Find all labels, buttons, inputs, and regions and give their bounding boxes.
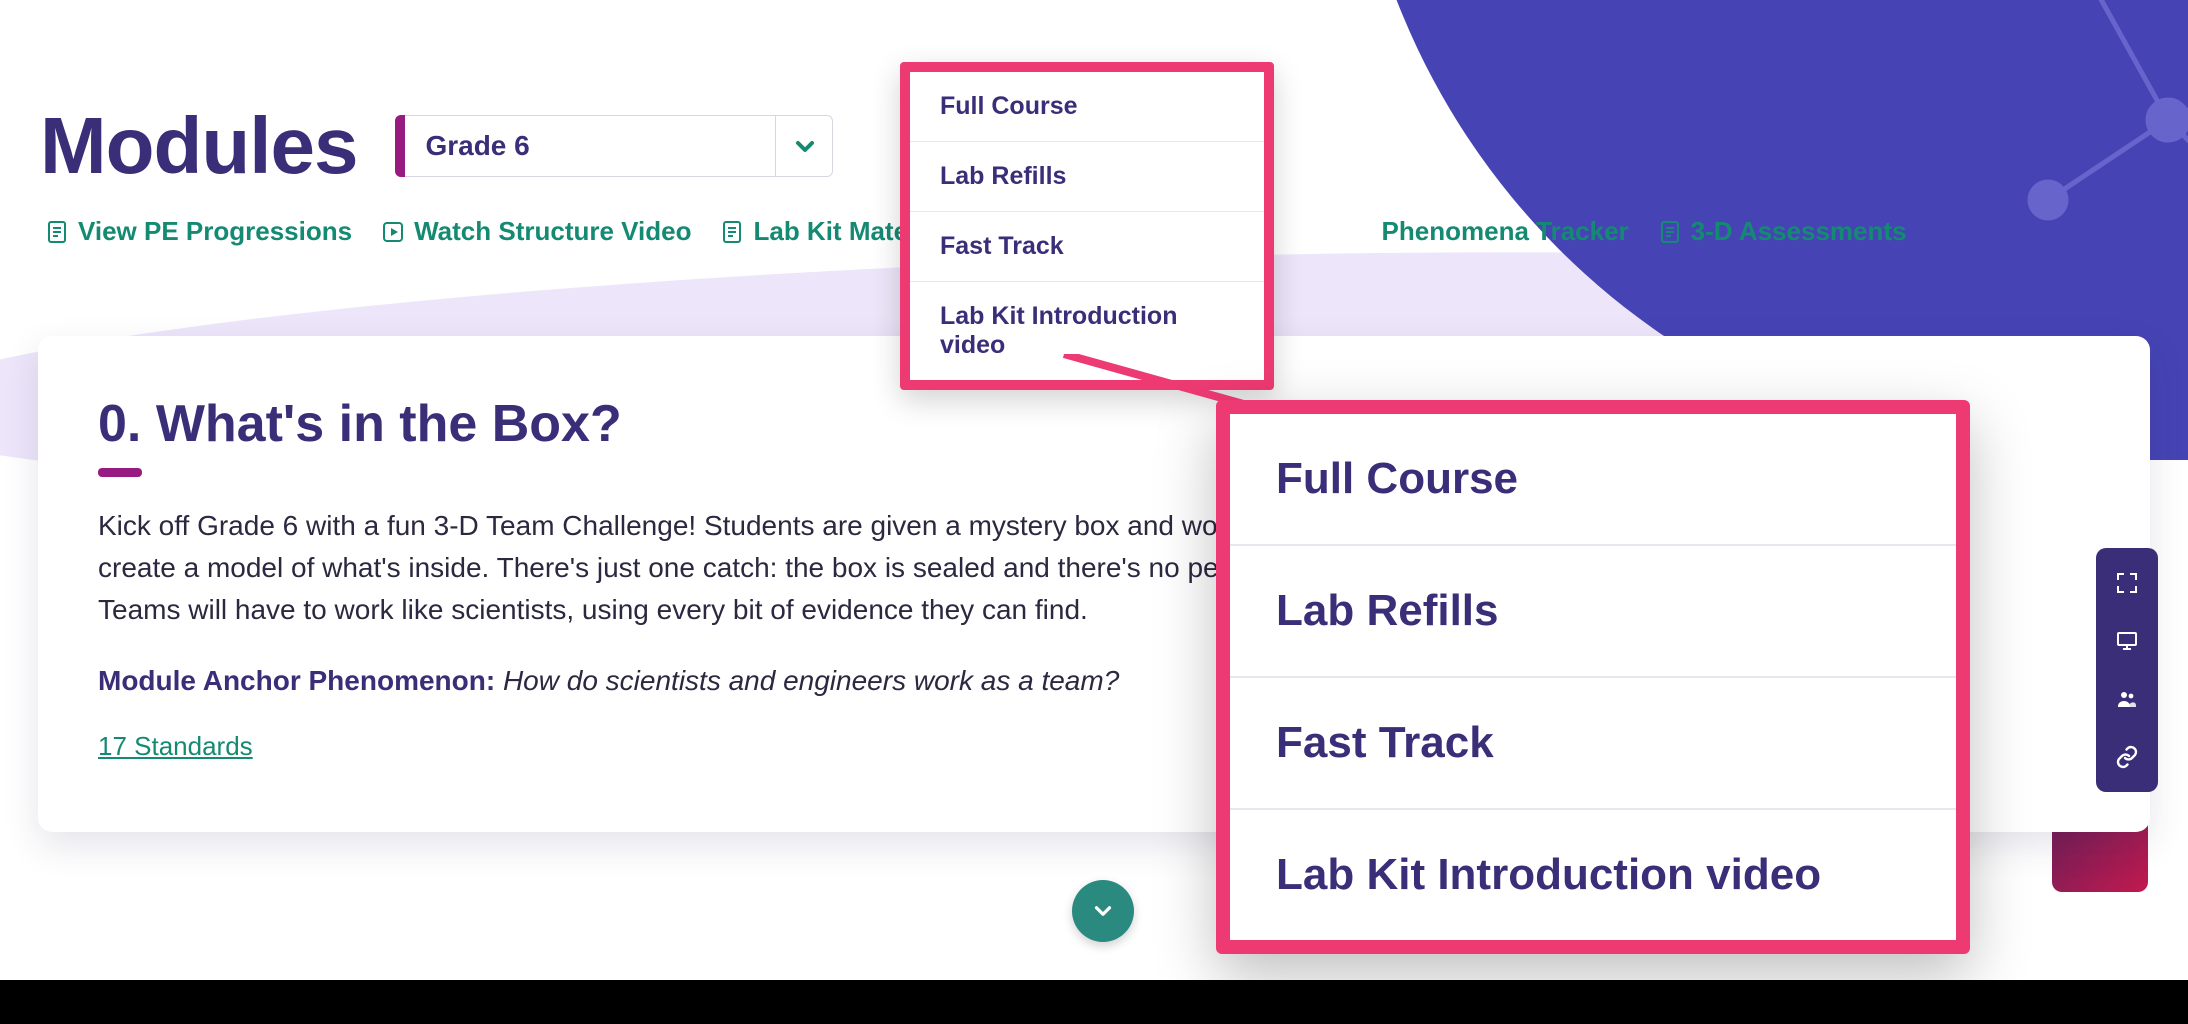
floating-toolbar [2096, 548, 2158, 792]
page-title: Modules [40, 100, 357, 192]
expand-toggle-button[interactable] [1072, 880, 1134, 942]
anchor-label: Module Anchor Phenomenon: [98, 665, 495, 696]
fullscreen-icon [2115, 571, 2139, 595]
title-underline [98, 468, 142, 477]
link-label: Phenomena Tracker [1382, 216, 1629, 247]
link-label: View PE Progressions [78, 216, 352, 247]
document-icon [46, 219, 68, 245]
group-button[interactable] [2096, 670, 2158, 728]
dropdown-item-fast-track[interactable]: Fast Track [910, 212, 1264, 282]
group-icon [2115, 687, 2139, 711]
document-icon [1659, 219, 1681, 245]
zoom-item-fast-track[interactable]: Fast Track [1230, 678, 1956, 810]
link-3d-assessments[interactable]: 3-D Assessments [1659, 216, 1907, 247]
link-structure-video[interactable]: Watch Structure Video [382, 216, 691, 247]
bottom-strip [0, 980, 2188, 1024]
link-button[interactable] [2096, 728, 2158, 786]
dropdown-item-full-course[interactable]: Full Course [910, 72, 1264, 142]
link-label: Watch Structure Video [414, 216, 691, 247]
present-button[interactable] [2096, 612, 2158, 670]
lab-kit-dropdown: Full Course Lab Refills Fast Track Lab K… [900, 62, 1274, 390]
standards-link[interactable]: 17 Standards [98, 731, 253, 762]
link-pe-progressions[interactable]: View PE Progressions [46, 216, 352, 247]
dropdown-item-lab-kit-video[interactable]: Lab Kit Introduction video [910, 282, 1264, 380]
document-icon [721, 219, 743, 245]
grade-select-value: Grade 6 [405, 115, 775, 177]
link-phenomena-tracker[interactable]: Phenomena Tracker [1382, 216, 1629, 247]
chevron-down-icon [775, 115, 833, 177]
fullscreen-button[interactable] [2096, 554, 2158, 612]
present-icon [2115, 629, 2139, 653]
select-accent-bar [395, 115, 405, 177]
zoom-item-lab-refills[interactable]: Lab Refills [1230, 546, 1956, 678]
zoom-item-lab-kit-video[interactable]: Lab Kit Introduction video [1230, 810, 1956, 940]
lab-kit-dropdown-zoom-callout: Full Course Lab Refills Fast Track Lab K… [1216, 400, 1970, 954]
module-description: Kick off Grade 6 with a fun 3-D Team Cha… [98, 505, 1398, 631]
link-icon [2115, 745, 2139, 769]
dropdown-item-lab-refills[interactable]: Lab Refills [910, 142, 1264, 212]
grade-select[interactable]: Grade 6 [395, 115, 833, 177]
link-label: 3-D Assessments [1691, 216, 1907, 247]
chevron-down-icon [1090, 898, 1116, 924]
zoom-item-full-course[interactable]: Full Course [1230, 414, 1956, 546]
play-icon [382, 219, 404, 245]
anchor-question: How do scientists and engineers work as … [503, 665, 1119, 696]
